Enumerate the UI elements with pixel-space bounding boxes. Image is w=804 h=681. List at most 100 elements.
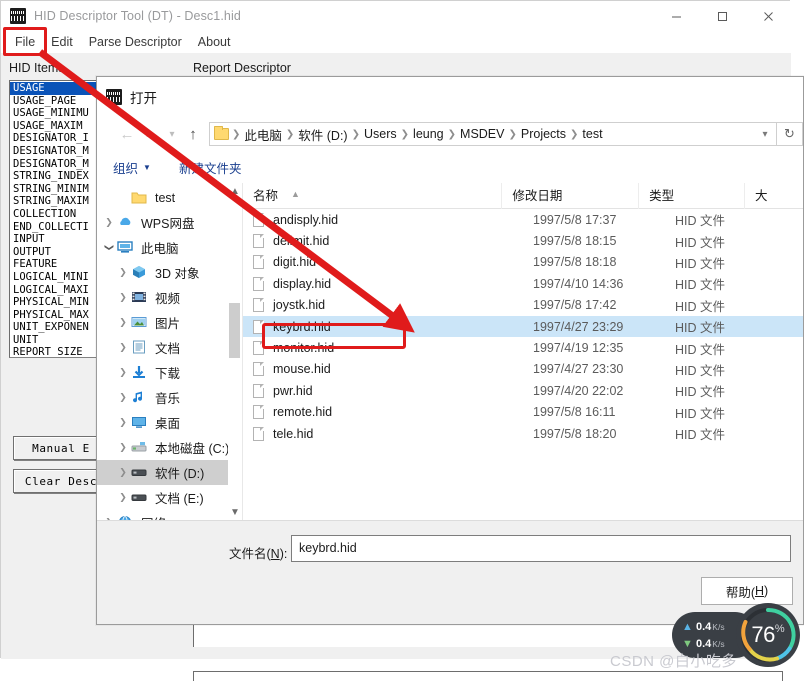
file-row[interactable]: display.hid 1997/4/10 14:36 HID 文件 <box>243 273 803 294</box>
sidebar-item-3[interactable]: ❯ 3D 对象 <box>97 260 242 285</box>
sidebar-item-10[interactable]: ❯ 本地磁盘 (C:) <box>97 435 242 460</box>
clear-descriptor-button[interactable]: Clear Desc <box>13 469 109 493</box>
sidebar-item-9[interactable]: ❯ 桌面 <box>97 410 242 435</box>
report-descriptor-output-field[interactable] <box>193 671 783 681</box>
window-controls <box>653 1 791 31</box>
close-icon[interactable] <box>745 1 791 31</box>
menu-item-about[interactable]: About <box>190 31 239 53</box>
sidebar-item-13[interactable]: ❯网络 <box>97 510 242 520</box>
sidebar-item-6[interactable]: ❯ 文档 <box>97 335 242 360</box>
refresh-icon[interactable]: ↻ <box>777 122 803 146</box>
dialog-sidebar[interactable]: test ❯ WPS网盘 ❯ 此电脑 ❯ 3D 对象 ❯ 视频 ❯ 图片 ❯ 文档 ❯ 下载 ❯ 音乐 ❯ 桌面 ❯ 本… <box>97 183 243 520</box>
minimize-icon[interactable] <box>653 1 699 31</box>
up-arrow-icon[interactable]: ↑ <box>181 122 205 146</box>
menu-item-edit[interactable]: Edit <box>43 31 81 53</box>
file-row[interactable]: digit.hid 1997/5/8 18:18 HID 文件 <box>243 252 803 273</box>
hid-item-row[interactable]: STRING_MAXIM <box>10 195 104 208</box>
hid-item-row[interactable]: PHYSICAL_MAX <box>10 309 104 322</box>
hid-item-row[interactable]: LOGICAL_MAXI <box>10 284 104 297</box>
hid-item-row[interactable]: UNIT_EXPONEN <box>10 321 104 334</box>
breadcrumb-item-4[interactable]: MSDEV <box>457 127 507 141</box>
manual-entry-button[interactable]: Manual E <box>13 436 109 460</box>
chevron-right-icon[interactable]: ❯ <box>115 342 131 353</box>
file-row[interactable]: tele.hid 1997/5/8 18:20 HID 文件 <box>243 423 803 444</box>
breadcrumb-item-5[interactable]: Projects <box>518 127 569 141</box>
organize-button[interactable]: 组织 ▼ <box>113 158 151 177</box>
hid-item-row[interactable]: DESIGNATOR_M <box>10 158 104 171</box>
chevron-right-icon[interactable]: ❯ <box>115 292 131 303</box>
sidebar-item-12[interactable]: ❯ 文档 (E:) <box>97 485 242 510</box>
scroll-down-icon[interactable]: ▼ <box>228 504 242 520</box>
sidebar-item-4[interactable]: ❯ 视频 <box>97 285 242 310</box>
breadcrumb-item-0[interactable]: 此电脑 <box>241 125 285 144</box>
new-folder-button[interactable]: 新建文件夹 <box>179 158 242 177</box>
hid-item-row[interactable]: USAGE_MINIMU <box>10 107 104 120</box>
chevron-right-icon[interactable]: ❯ <box>115 267 131 278</box>
chevron-down-icon[interactable]: ❯ <box>104 240 115 256</box>
hid-item-row[interactable]: END_COLLECTI <box>10 221 104 234</box>
menu-item-parse-descriptor[interactable]: Parse Descriptor <box>81 31 190 53</box>
hid-item-row[interactable]: UNIT <box>10 334 104 347</box>
hid-item-row[interactable]: USAGE_MAXIM <box>10 120 104 133</box>
hid-item-row[interactable]: INPUT <box>10 233 104 246</box>
scroll-up-icon[interactable]: ▲ <box>228 183 242 199</box>
breadcrumb-item-2[interactable]: Users <box>361 127 400 141</box>
file-row[interactable]: joystk.hid 1997/5/8 17:42 HID 文件 <box>243 295 803 316</box>
breadcrumb-item-1[interactable]: 软件 (D:) <box>295 125 350 144</box>
column-header-size[interactable]: 大 <box>745 183 803 209</box>
chevron-right-icon[interactable]: ❯ <box>115 467 131 478</box>
chevron-right-icon[interactable]: ❯ <box>115 392 131 403</box>
breadcrumb-item-6[interactable]: test <box>579 127 605 141</box>
back-arrow-icon[interactable]: ← <box>115 122 139 146</box>
file-type: HID 文件 <box>675 428 726 443</box>
address-bar[interactable]: ❯ 此电脑 ❯ 软件 (D:) ❯ Users ❯ leung ❯ MSDEV … <box>209 122 777 146</box>
hid-item-row[interactable]: OUTPUT <box>10 246 104 259</box>
forward-arrow-icon[interactable]: → <box>139 122 163 146</box>
file-row[interactable]: delimit.hid 1997/5/8 18:15 HID 文件 <box>243 230 803 251</box>
filename-input[interactable]: keybrd.hid <box>291 535 791 562</box>
sidebar-item-0[interactable]: test <box>97 185 242 210</box>
sidebar-item-8[interactable]: ❯ 音乐 <box>97 385 242 410</box>
hid-items-list[interactable]: USAGE USAGE_PAGE USAGE_MINIMU USAGE_MAXIM DE… <box>9 80 105 358</box>
hid-item-row[interactable]: FEATURE <box>10 258 104 271</box>
chevron-right-icon[interactable]: ❯ <box>115 367 131 378</box>
sidebar-item-11[interactable]: ❯ 软件 (D:) <box>97 460 242 485</box>
sidebar-item-7[interactable]: ❯ 下载 <box>97 360 242 385</box>
hid-item-row[interactable]: DESIGNATOR_M <box>10 145 104 158</box>
column-header-type[interactable]: 类型 <box>639 183 746 209</box>
hid-item-row[interactable]: COLLECTION <box>10 208 104 221</box>
file-row[interactable]: andisply.hid 1997/5/8 17:37 HID 文件 <box>243 209 803 230</box>
chevron-right-icon[interactable]: ❯ <box>101 217 117 228</box>
hid-item-row[interactable]: USAGE_PAGE <box>10 95 104 108</box>
history-caret-icon[interactable]: ▾ <box>163 122 181 146</box>
sidebar-item-5[interactable]: ❯ 图片 <box>97 310 242 335</box>
hid-item-row[interactable]: DESIGNATOR_I <box>10 132 104 145</box>
breadcrumb-item-3[interactable]: leung <box>410 127 447 141</box>
cpu-usage-widget[interactable]: 76 % <box>736 603 800 667</box>
file-list-panel[interactable]: 名称 ▲ 修改日期 类型 大 andisply.hid 1997/5/8 17:3… <box>243 183 803 520</box>
hid-item-row[interactable]: LOGICAL_MINI <box>10 271 104 284</box>
sidebar-item-2[interactable]: ❯ 此电脑 <box>97 235 242 260</box>
chevron-right-icon[interactable]: ❯ <box>115 492 131 503</box>
upload-speed-value: 0.4 <box>696 620 712 633</box>
column-header-date[interactable]: 修改日期 <box>502 183 640 209</box>
hid-item-row[interactable]: USAGE <box>10 82 104 95</box>
hid-item-row[interactable]: PHYSICAL_MIN <box>10 296 104 309</box>
sidebar-scrollbar[interactable]: ▲ ▼ <box>228 183 242 520</box>
hid-item-row[interactable]: STRING_MINIM <box>10 183 104 196</box>
chevron-right-icon[interactable]: ❯ <box>115 442 131 453</box>
maximize-icon[interactable] <box>699 1 745 31</box>
sidebar-item-label: 软件 (D:) <box>155 467 205 481</box>
column-header-name[interactable]: 名称 ▲ <box>243 183 503 209</box>
address-dropdown-icon[interactable]: ▾ <box>754 129 776 140</box>
chevron-right-icon[interactable]: ❯ <box>115 417 131 428</box>
chevron-right-icon[interactable]: ❯ <box>115 317 131 328</box>
hid-item-row[interactable]: REPORT_SIZE <box>10 346 104 357</box>
hid-item-row[interactable]: STRING_INDEX <box>10 170 104 183</box>
file-row[interactable]: mouse.hid 1997/4/27 23:30 HID 文件 <box>243 359 803 380</box>
sidebar-item-1[interactable]: ❯ WPS网盘 <box>97 210 242 235</box>
file-row[interactable]: pwr.hid 1997/4/20 22:02 HID 文件 <box>243 380 803 401</box>
scrollbar-thumb[interactable] <box>229 303 240 358</box>
file-row[interactable]: remote.hid 1997/5/8 16:11 HID 文件 <box>243 402 803 423</box>
help-button[interactable]: 帮助(H) <box>701 577 793 605</box>
